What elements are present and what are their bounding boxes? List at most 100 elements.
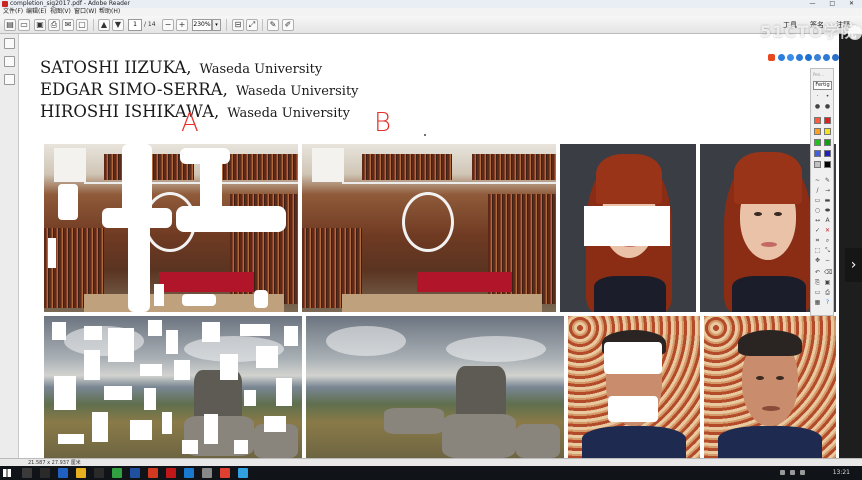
point-icon[interactable]: · bbox=[814, 93, 821, 100]
color-swatch[interactable] bbox=[824, 161, 831, 168]
dot-large-icon[interactable]: ● bbox=[824, 103, 831, 110]
save-image-icon[interactable]: ▣ bbox=[824, 279, 831, 286]
attachments-icon[interactable] bbox=[4, 74, 15, 85]
create-icon[interactable]: ▤ bbox=[4, 19, 16, 31]
ellipse-icon[interactable]: ○ bbox=[814, 207, 821, 214]
zoom-icon[interactable]: ⌕ bbox=[824, 237, 831, 244]
browser-icon[interactable] bbox=[184, 468, 194, 478]
menu-window[interactable]: 窗口(W) bbox=[74, 8, 97, 16]
skin-icon[interactable] bbox=[823, 54, 830, 61]
color-swatch[interactable] bbox=[814, 128, 821, 135]
status-bar: 21.587 x 27.937 厘米 bbox=[0, 458, 862, 466]
dot-medium-icon[interactable]: ● bbox=[814, 103, 821, 110]
screen-icon[interactable]: ▭ bbox=[814, 289, 821, 296]
shirt bbox=[582, 426, 686, 458]
emoji-icon[interactable] bbox=[787, 54, 794, 61]
zoom-in-icon[interactable]: + bbox=[176, 19, 188, 31]
next-page-icon[interactable]: ▼ bbox=[112, 19, 124, 31]
task-view-icon[interactable] bbox=[40, 468, 50, 478]
next-page-arrow-icon[interactable]: › bbox=[845, 248, 862, 282]
filled-rectangle-icon[interactable]: ▬ bbox=[824, 197, 831, 204]
pen-icon[interactable]: ✎ bbox=[824, 177, 831, 184]
mask-hole bbox=[176, 206, 286, 232]
color-swatch[interactable] bbox=[814, 117, 821, 124]
copy-icon[interactable]: ⎘ bbox=[814, 279, 821, 286]
sogou-icon[interactable] bbox=[768, 54, 775, 61]
volume-icon[interactable] bbox=[790, 470, 795, 475]
menu-view[interactable]: 视图(V) bbox=[50, 8, 71, 16]
watermark-badge-icon bbox=[848, 26, 862, 40]
help-icon[interactable]: ? bbox=[824, 299, 831, 306]
highlight-icon[interactable]: ✐ bbox=[282, 19, 294, 31]
text-icon[interactable]: A bbox=[824, 217, 831, 224]
undo-icon[interactable]: ↶ bbox=[814, 269, 821, 276]
color-swatch[interactable] bbox=[814, 150, 821, 157]
done-button[interactable]: Fertig bbox=[813, 81, 832, 90]
check-icon[interactable]: ✓ bbox=[814, 227, 821, 234]
color-swatch[interactable] bbox=[814, 161, 821, 168]
keyboard-icon[interactable] bbox=[814, 54, 821, 61]
page-thumbnails-icon[interactable] bbox=[4, 38, 15, 49]
menu-help[interactable]: 帮助(H) bbox=[99, 8, 120, 16]
zoom-dropdown-icon[interactable]: ▾ bbox=[212, 19, 221, 31]
app-icon[interactable] bbox=[112, 468, 122, 478]
app-icon[interactable] bbox=[202, 468, 212, 478]
app-icon[interactable] bbox=[238, 468, 248, 478]
edge-icon[interactable] bbox=[58, 468, 68, 478]
grid-icon[interactable]: ▦ bbox=[814, 299, 821, 306]
zoom-level-input[interactable]: 230% bbox=[192, 19, 212, 31]
arrow-icon[interactable]: → bbox=[824, 187, 831, 194]
open-icon[interactable]: ▭ bbox=[18, 19, 30, 31]
search-icon[interactable] bbox=[22, 468, 32, 478]
print-icon[interactable]: ⎙ bbox=[824, 289, 831, 296]
menu-edit[interactable]: 编辑(E) bbox=[26, 8, 46, 16]
minus-icon[interactable]: − bbox=[824, 257, 831, 264]
line-icon[interactable]: / bbox=[814, 187, 821, 194]
freehand-icon[interactable]: ~ bbox=[814, 177, 821, 184]
menu-file[interactable]: 文件(F) bbox=[3, 8, 23, 16]
color-swatch[interactable] bbox=[824, 139, 831, 146]
fit-page-icon[interactable]: ⊟ bbox=[232, 19, 244, 31]
color-swatch[interactable] bbox=[824, 117, 831, 124]
ime-icon[interactable] bbox=[800, 470, 805, 475]
bookmarks-icon[interactable] bbox=[4, 56, 15, 67]
chinese-input-icon[interactable] bbox=[778, 54, 785, 61]
email-icon[interactable]: ✉ bbox=[62, 19, 74, 31]
color-swatch[interactable] bbox=[824, 150, 831, 157]
powerpoint-icon[interactable] bbox=[148, 468, 158, 478]
move-icon[interactable]: ✥ bbox=[814, 257, 821, 264]
clear-icon[interactable]: ⌫ bbox=[824, 269, 832, 276]
crop-icon[interactable]: ⌗ bbox=[814, 237, 821, 244]
select-icon[interactable]: ⬚ bbox=[814, 247, 821, 254]
color-swatch[interactable] bbox=[824, 128, 831, 135]
filled-ellipse-icon[interactable]: ⬬ bbox=[824, 207, 831, 214]
resize-icon[interactable]: ⤡ bbox=[824, 247, 831, 254]
floor bbox=[342, 294, 542, 312]
network-icon[interactable] bbox=[780, 470, 785, 475]
fringe bbox=[596, 154, 662, 204]
store-icon[interactable] bbox=[94, 468, 104, 478]
comment-icon[interactable]: ✎ bbox=[267, 19, 279, 31]
print-icon[interactable]: ⎙ bbox=[48, 19, 60, 31]
windows-start-icon[interactable] bbox=[3, 469, 11, 477]
share-icon[interactable]: ▢ bbox=[76, 19, 88, 31]
toolbox-icon[interactable] bbox=[832, 54, 839, 61]
word-icon[interactable] bbox=[130, 468, 140, 478]
adobe-reader-taskbar-icon[interactable] bbox=[166, 468, 176, 478]
rectangle-icon[interactable]: ▭ bbox=[814, 197, 821, 204]
window-controls[interactable]: — □ ✕ bbox=[809, 0, 860, 8]
cross-icon[interactable]: ✕ bbox=[824, 227, 831, 234]
explorer-icon[interactable] bbox=[76, 468, 86, 478]
microphone-icon[interactable] bbox=[805, 54, 812, 61]
dot-icon[interactable]: • bbox=[824, 93, 831, 100]
double-arrow-icon[interactable]: ↔ bbox=[814, 217, 821, 224]
save-icon[interactable]: ▣ bbox=[34, 19, 46, 31]
settings-icon[interactable] bbox=[796, 54, 803, 61]
fit-width-icon[interactable]: ⤢ bbox=[246, 19, 258, 31]
clock[interactable]: 13:21 bbox=[833, 468, 850, 478]
app-icon[interactable] bbox=[220, 468, 230, 478]
previous-page-icon[interactable]: ▲ bbox=[98, 19, 110, 31]
color-swatch[interactable] bbox=[814, 139, 821, 146]
zoom-out-icon[interactable]: − bbox=[162, 19, 174, 31]
page-number-input[interactable]: 1 bbox=[128, 19, 142, 31]
